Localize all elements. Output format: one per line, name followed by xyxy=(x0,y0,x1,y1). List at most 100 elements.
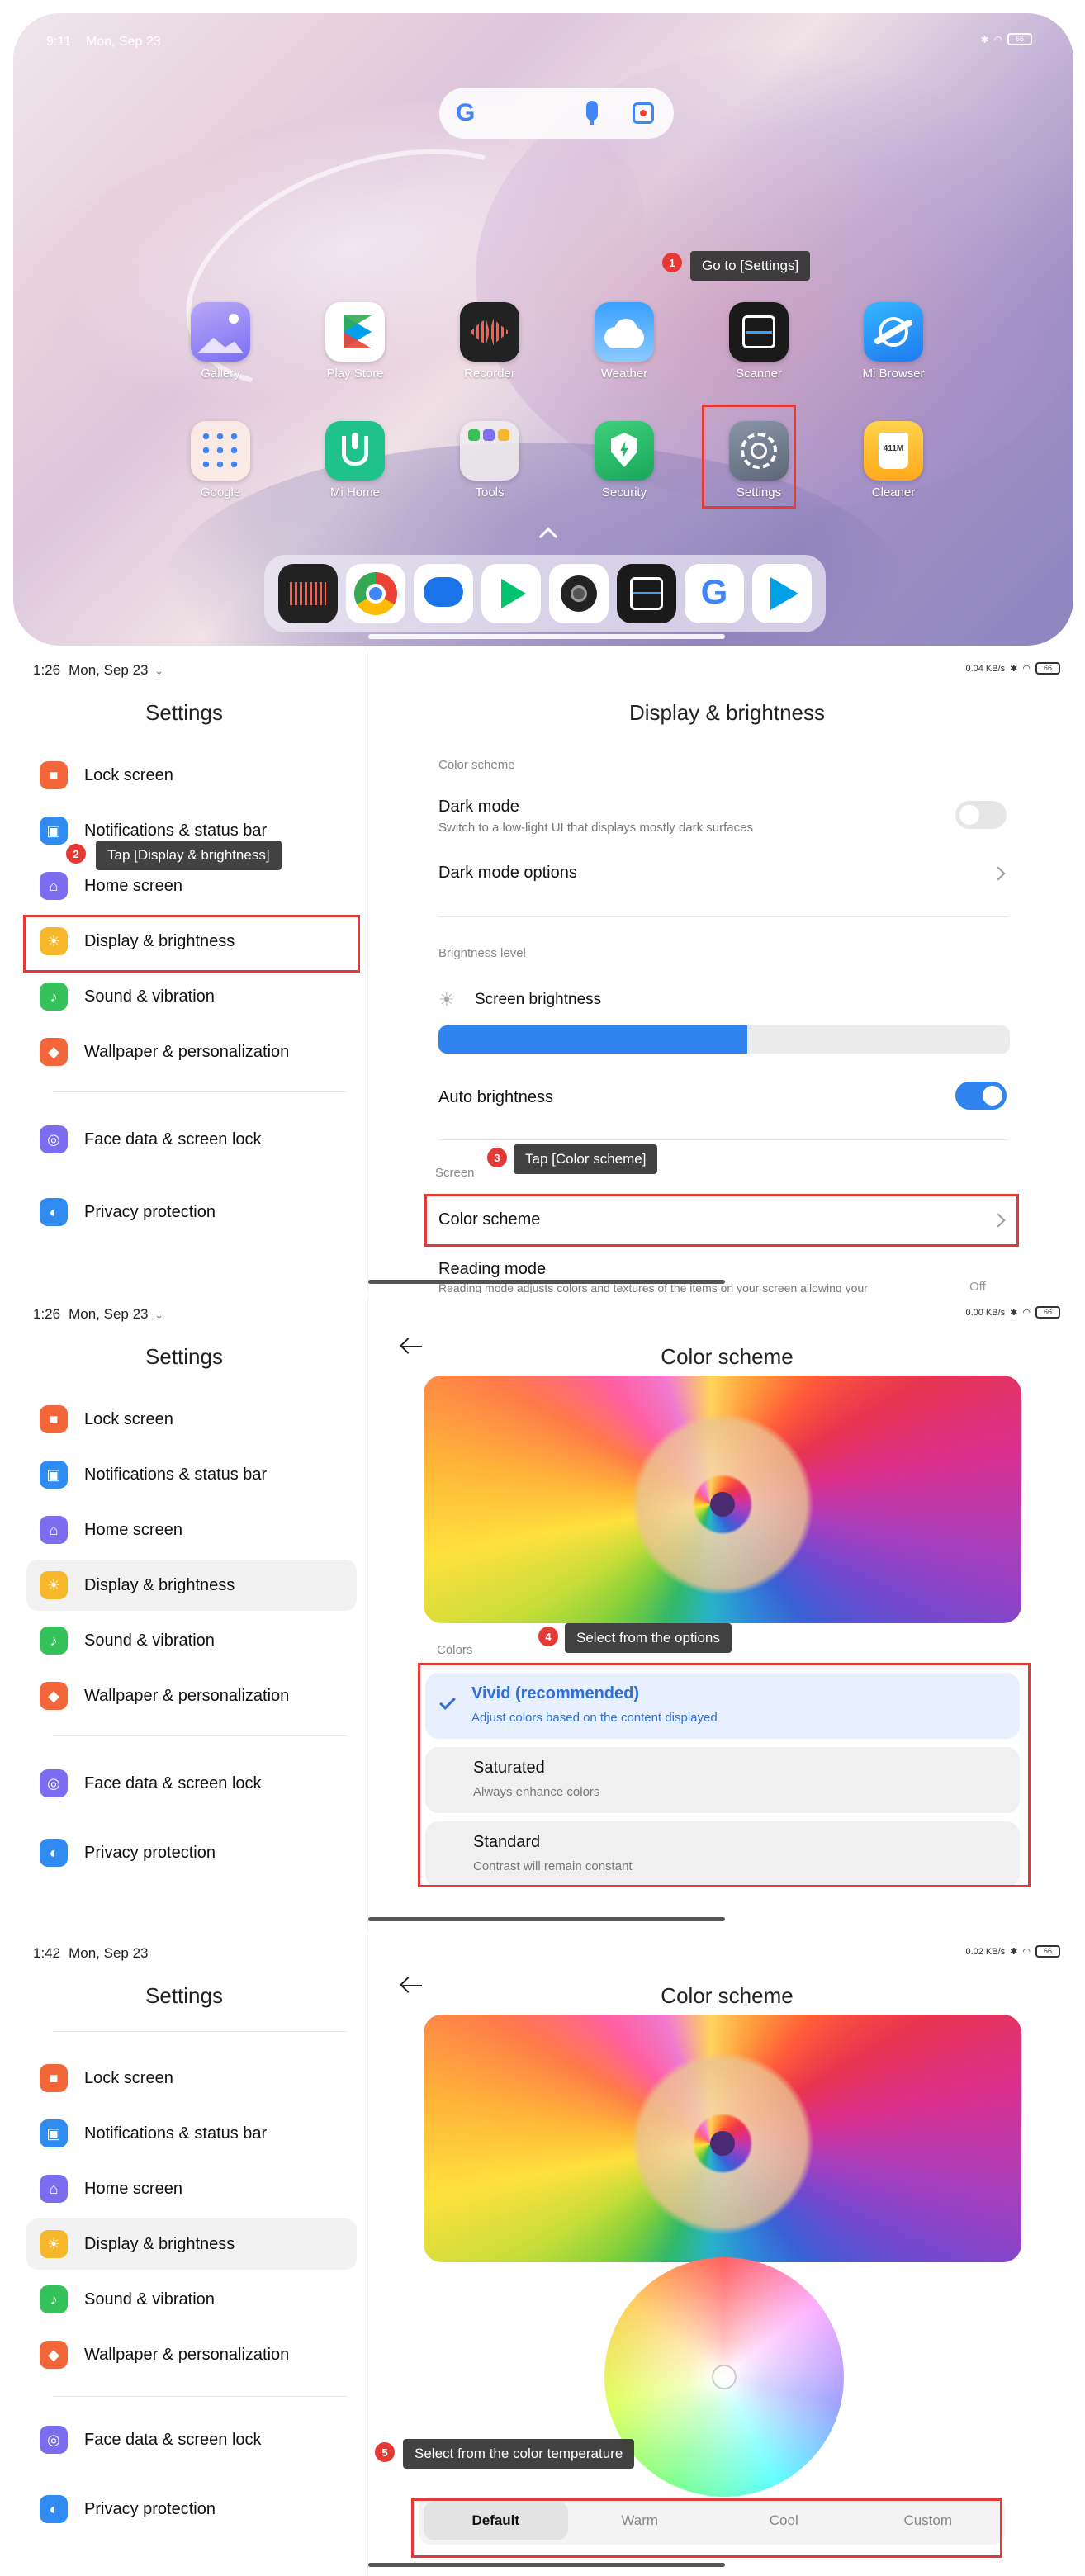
app-mi-browser[interactable]: Mi Browser xyxy=(840,302,947,381)
gesture-bar[interactable] xyxy=(368,1917,725,1921)
app-label: Gallery xyxy=(201,367,240,381)
weather-icon xyxy=(595,302,654,362)
brightness-slider[interactable] xyxy=(438,1025,1010,1054)
settings-sidebar: Settings ■ Lock screen ▣ Notifications &… xyxy=(0,1296,368,1932)
gesture-bar[interactable] xyxy=(368,634,725,639)
lock-icon: ■ xyxy=(40,761,68,789)
play-games-icon[interactable] xyxy=(481,564,541,623)
dark-mode-options[interactable]: Dark mode options xyxy=(438,864,577,883)
sidebar-item-display-brightness[interactable]: ☀ Display & brightness xyxy=(26,2218,357,2270)
step-1-tooltip: Go to [Settings] xyxy=(690,251,811,281)
app-label: Recorder xyxy=(464,367,515,381)
auto-brightness-toggle[interactable] xyxy=(955,1082,1007,1110)
step-5-tooltip: Select from the color temperature xyxy=(403,2439,635,2469)
gesture-bar[interactable] xyxy=(368,2563,725,2567)
sidebar-item-wallpaper[interactable]: ◆ Wallpaper & personalization xyxy=(26,1670,357,1721)
app-weather[interactable]: Weather xyxy=(571,302,678,381)
app-tools-folder[interactable]: Tools xyxy=(436,421,543,500)
brightness-slider-fill xyxy=(438,1025,747,1054)
sidebar-item-label: Sound & vibration xyxy=(84,1631,215,1650)
page-title: Color scheme xyxy=(661,1983,794,2008)
home-icon: ⌂ xyxy=(40,872,68,900)
sidebar-item-label: Privacy protection xyxy=(84,2499,216,2518)
wallpaper-icon: ◆ xyxy=(40,1682,68,1710)
mic-icon[interactable] xyxy=(586,101,598,125)
sidebar-item-notifications[interactable]: ▣ Notifications & status bar xyxy=(26,1449,357,1500)
wheel-handle[interactable] xyxy=(712,2365,737,2389)
mi-home-icon xyxy=(325,421,385,481)
app-label: Cleaner xyxy=(871,485,916,500)
face-lock-icon: ◎ xyxy=(40,2426,68,2454)
dark-mode-subtitle: Switch to a low-light UI that displays m… xyxy=(438,821,753,835)
settings-title: Settings xyxy=(145,700,223,725)
app-scanner[interactable]: Scanner xyxy=(705,302,813,381)
sidebar-item-face-lock[interactable]: ◎ Face data & screen lock xyxy=(26,1114,357,1165)
app-play-store[interactable]: Play Store xyxy=(301,302,409,381)
sidebar-item-notifications[interactable]: ▣ Notifications & status bar xyxy=(26,2108,357,2159)
section-label-screen: Screen xyxy=(435,1166,475,1180)
notification-icon: ▣ xyxy=(40,817,68,845)
sidebar-item-display-brightness[interactable]: ☀ Display & brightness xyxy=(26,1560,357,1611)
sun-icon: ☀ xyxy=(40,2230,68,2258)
app-gallery[interactable]: Gallery xyxy=(167,302,274,381)
sidebar-item-face-lock[interactable]: ◎ Face data & screen lock xyxy=(26,2414,357,2465)
sun-icon: ☀ xyxy=(40,1571,68,1599)
scanner-icon[interactable] xyxy=(617,564,676,623)
google-icon[interactable]: G xyxy=(685,564,744,623)
sidebar-item-home-screen[interactable]: ⌂ Home screen xyxy=(26,2163,357,2214)
app-label: Weather xyxy=(600,367,648,381)
highlight-settings xyxy=(702,405,796,509)
divider xyxy=(438,916,1008,917)
sidebar-item-sound[interactable]: ♪ Sound & vibration xyxy=(26,2274,357,2325)
wallpaper-icon: ◆ xyxy=(40,2341,68,2369)
reading-mode-title[interactable]: Reading mode xyxy=(438,1260,546,1279)
sidebar-item-face-lock[interactable]: ◎ Face data & screen lock xyxy=(26,1758,357,1809)
reading-mode-value: Off xyxy=(969,1280,986,1293)
sidebar-item-privacy[interactable]: ◐ Privacy protection xyxy=(26,1827,357,1878)
lock-icon: ■ xyxy=(40,2064,68,2092)
app-security[interactable]: Security xyxy=(571,421,678,500)
sidebar-item-lock-screen[interactable]: ■ Lock screen xyxy=(26,750,357,801)
color-temperature-wheel[interactable] xyxy=(604,2257,844,2497)
sidebar-item-privacy[interactable]: ◐ Privacy protection xyxy=(26,1186,357,1238)
sidebar-item-wallpaper[interactable]: ◆ Wallpaper & personalization xyxy=(26,2329,357,2380)
app-recorder[interactable]: Recorder xyxy=(436,302,543,381)
gesture-bar[interactable] xyxy=(368,1280,725,1284)
chrome-icon[interactable] xyxy=(346,564,405,623)
home-screen: 9:11 Mon, Sep 23 ✱ ◠ 66 G Gallery Play S… xyxy=(13,13,1073,646)
sidebar-item-home-screen[interactable]: ⌂ Home screen xyxy=(26,1504,357,1556)
dark-mode-toggle[interactable] xyxy=(955,801,1007,829)
highlight-display-brightness xyxy=(23,915,360,973)
app-cleaner[interactable]: 411M Cleaner xyxy=(840,421,947,500)
settings-title: Settings xyxy=(145,1344,223,1369)
sidebar-item-label: Display & brightness xyxy=(84,2234,235,2253)
divider xyxy=(53,2031,347,2032)
app-label: Mi Browser xyxy=(862,367,925,381)
app-google-folder[interactable]: Google xyxy=(167,421,274,500)
play-store-icon[interactable] xyxy=(752,564,812,623)
sidebar-item-label: Face data & screen lock xyxy=(84,2430,262,2449)
sidebar-item-lock-screen[interactable]: ■ Lock screen xyxy=(26,1394,357,1445)
camera-icon[interactable] xyxy=(549,564,609,623)
messages-icon[interactable] xyxy=(414,564,473,623)
sidebar-item-lock-screen[interactable]: ■ Lock screen xyxy=(26,2053,357,2104)
lens-icon[interactable] xyxy=(633,102,654,124)
app-mi-home[interactable]: Mi Home xyxy=(301,421,409,500)
sidebar-item-sound[interactable]: ♪ Sound & vibration xyxy=(26,971,357,1022)
page-title: Color scheme xyxy=(661,1344,794,1369)
chevron-right-icon xyxy=(991,866,1006,881)
sidebar-item-privacy[interactable]: ◐ Privacy protection xyxy=(26,2484,357,2535)
tools-folder-icon xyxy=(460,421,519,481)
color-preview-image xyxy=(424,1376,1021,1623)
recorder-icon[interactable] xyxy=(278,564,338,623)
color-temperature-pane: Color scheme Default Warm Cool Custom xyxy=(369,1935,1085,2576)
highlight-color-options xyxy=(418,1663,1031,1887)
sidebar-item-label: Sound & vibration xyxy=(84,987,215,1006)
sidebar-item-label: Home screen xyxy=(84,876,182,895)
sidebar-item-wallpaper[interactable]: ◆ Wallpaper & personalization xyxy=(26,1026,357,1077)
status-date: Mon, Sep 23 xyxy=(85,35,161,49)
sidebar-item-label: Wallpaper & personalization xyxy=(84,1042,290,1061)
home-icon: ⌂ xyxy=(40,1516,68,1544)
google-search-bar[interactable]: G xyxy=(439,88,674,139)
sidebar-item-sound[interactable]: ♪ Sound & vibration xyxy=(26,1615,357,1666)
